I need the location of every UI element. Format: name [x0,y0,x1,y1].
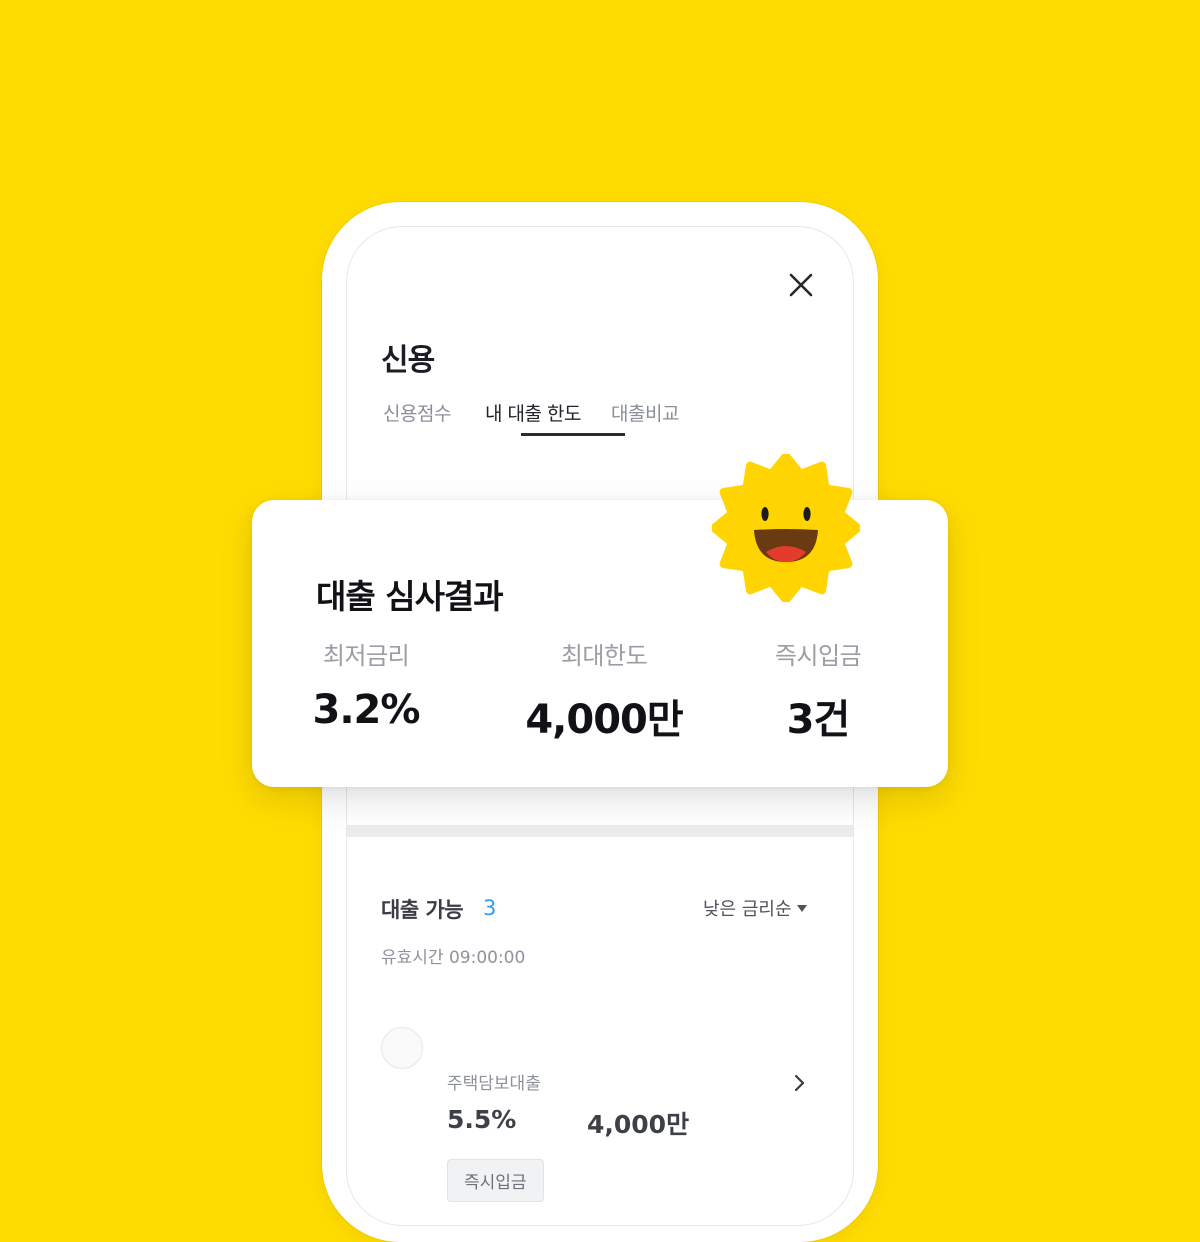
loan-available-label: 대출 가능 [381,898,464,922]
stat-label: 즉시입금 [774,642,862,670]
section-divider [347,825,853,837]
sort-label: 낮은 금리순 [703,899,792,920]
close-button[interactable] [785,269,817,301]
stat-label: 최저금리 [322,642,410,670]
valid-time: 유효시간 09:00:00 [381,948,526,968]
loan-rate: 5.5% [447,1105,517,1134]
smiling-sun-icon [712,454,860,602]
active-tab-indicator [521,433,625,436]
tab-loan-compare[interactable]: 대출비교 [611,399,679,426]
loan-product-name: 주택담보대출 [447,1074,541,1094]
caret-down-icon [796,905,807,912]
close-icon [789,273,813,297]
page-title: 신용 [381,343,435,378]
tab-credit-score[interactable]: 신용점수 [383,399,451,426]
chevron-right-icon [794,1074,805,1092]
stat-instant-deposit: 즉시입금 3건 [718,636,918,745]
result-card-title: 대출 심사결과 [316,577,504,616]
loan-list-item[interactable]: 주택담보대출 5.5% 4,000만 즉시입금 [347,1057,853,1225]
stat-max-limit: 최대한도 4,000만 [504,636,704,745]
instant-deposit-badge: 즉시입금 [447,1159,544,1202]
stat-value: 4,000만 [525,697,683,743]
tab-my-loan-limit[interactable]: 내 대출 한도 [485,399,581,426]
loan-available-count: 3 [483,896,497,920]
stat-label: 최대한도 [560,642,648,670]
stat-value: 3건 [786,697,851,743]
stat-min-rate: 최저금리 3.2% [266,636,466,733]
sort-dropdown[interactable]: 낮은 금리순 [703,895,807,921]
loan-limit: 4,000만 [587,1110,690,1139]
stat-value: 3.2% [312,687,421,733]
